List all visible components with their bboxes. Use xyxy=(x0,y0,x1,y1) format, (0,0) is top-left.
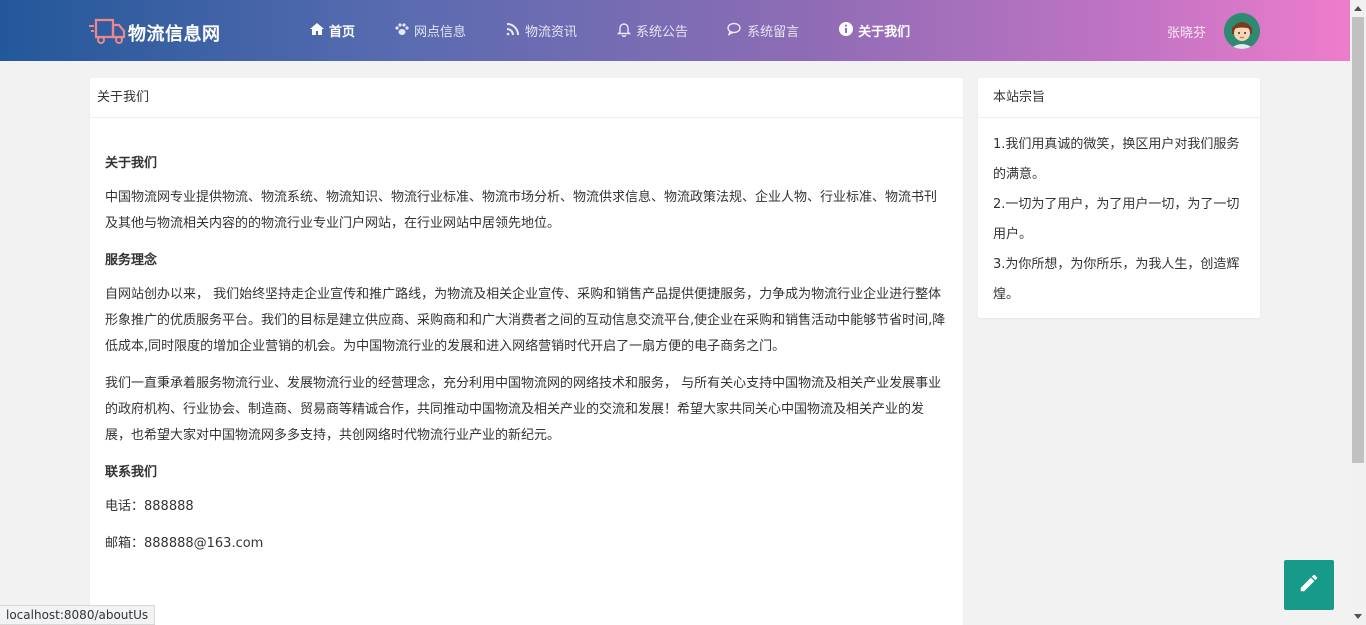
about-title: 关于我们 xyxy=(105,156,158,171)
contact-email: 邮箱：888888@163.com xyxy=(105,536,264,551)
scroll-down-arrow-icon[interactable] xyxy=(1350,609,1366,625)
mission-item: 1.我们用真诚的微笑，换区用户对我们服务的满意。 xyxy=(993,137,1240,182)
contact-title: 联系我们 xyxy=(105,465,158,480)
about-card-header: 关于我们 xyxy=(90,78,963,118)
about-content: 关于我们 中国物流网专业提供物流、物流系统、物流知识、物流行业标准、物流市场分析… xyxy=(90,118,963,557)
chat-icon xyxy=(727,21,747,41)
service-text-2: 我们一直秉承着服务物流行业、发展物流行业的经营理念，充分利用中国物流网的网络技术… xyxy=(105,376,942,443)
vertical-scrollbar[interactable] xyxy=(1350,0,1366,625)
nav-item-news[interactable]: 物流资讯 xyxy=(505,21,577,41)
nav-item-messages[interactable]: 系统留言 xyxy=(727,21,799,41)
paw-icon xyxy=(394,21,414,41)
contact-phone: 电话：888888 xyxy=(105,499,194,514)
service-text-1: 自网站创办以来， 我们始终坚持走企业宣传和推广路线，为物流及相关企业宣传、采购和… xyxy=(105,287,946,354)
nav-item-label: 系统留言 xyxy=(747,25,800,40)
nav-item-label: 网点信息 xyxy=(414,25,467,40)
bell-icon xyxy=(616,21,636,41)
nav-item-label: 首页 xyxy=(329,25,356,40)
home-icon xyxy=(309,21,329,41)
status-bar-url: localhost:8080/aboutUs xyxy=(0,605,156,625)
delivery-truck-icon xyxy=(88,14,128,52)
avatar[interactable] xyxy=(1224,13,1260,49)
about-card: 关于我们 关于我们 中国物流网专业提供物流、物流系统、物流知识、物流行业标准、物… xyxy=(90,78,963,625)
nav-item-label: 关于我们 xyxy=(858,25,911,40)
scrollbar-thumb[interactable] xyxy=(1352,17,1364,463)
about-text: 中国物流网专业提供物流、物流系统、物流知识、物流行业标准、物流市场分析、物流供求… xyxy=(105,190,938,231)
mission-content: 1.我们用真诚的微笑，换区用户对我们服务的满意。 2.一切为了用户，为了用户一切… xyxy=(978,118,1260,310)
rss-icon xyxy=(505,21,525,41)
mission-item: 2.一切为了用户，为了用户一切，为了一切用户。 xyxy=(993,197,1240,242)
nav-item-announcements[interactable]: 系统公告 xyxy=(616,21,688,41)
top-navbar: 物流信息网 首页 网点信息 物流资讯 系统公告 系统留言 关于我们 张晓芬 xyxy=(0,0,1350,61)
scroll-up-arrow-icon[interactable] xyxy=(1350,0,1366,16)
mission-card-header: 本站宗旨 xyxy=(978,78,1260,118)
main-nav: 首页 网点信息 物流资讯 系统公告 系统留言 关于我们 xyxy=(309,0,949,61)
nav-item-label: 系统公告 xyxy=(636,25,689,40)
pencil-icon xyxy=(1298,572,1320,598)
nav-item-about[interactable]: 关于我们 xyxy=(838,21,910,41)
mission-card: 本站宗旨 1.我们用真诚的微笑，换区用户对我们服务的满意。 2.一切为了用户，为… xyxy=(978,78,1260,318)
brand-name: 物流信息网 xyxy=(128,24,221,45)
info-icon xyxy=(838,21,858,41)
nav-item-label: 物流资讯 xyxy=(525,25,578,40)
brand[interactable]: 物流信息网 xyxy=(88,14,221,52)
user-name[interactable]: 张晓芬 xyxy=(1167,22,1206,41)
nav-item-outlets[interactable]: 网点信息 xyxy=(394,21,466,41)
service-title: 服务理念 xyxy=(105,253,158,268)
mission-item: 3.为你所想，为你所乐，为我人生，创造辉煌。 xyxy=(993,257,1240,302)
edit-fab-button[interactable] xyxy=(1284,560,1334,610)
nav-item-home[interactable]: 首页 xyxy=(309,21,355,41)
